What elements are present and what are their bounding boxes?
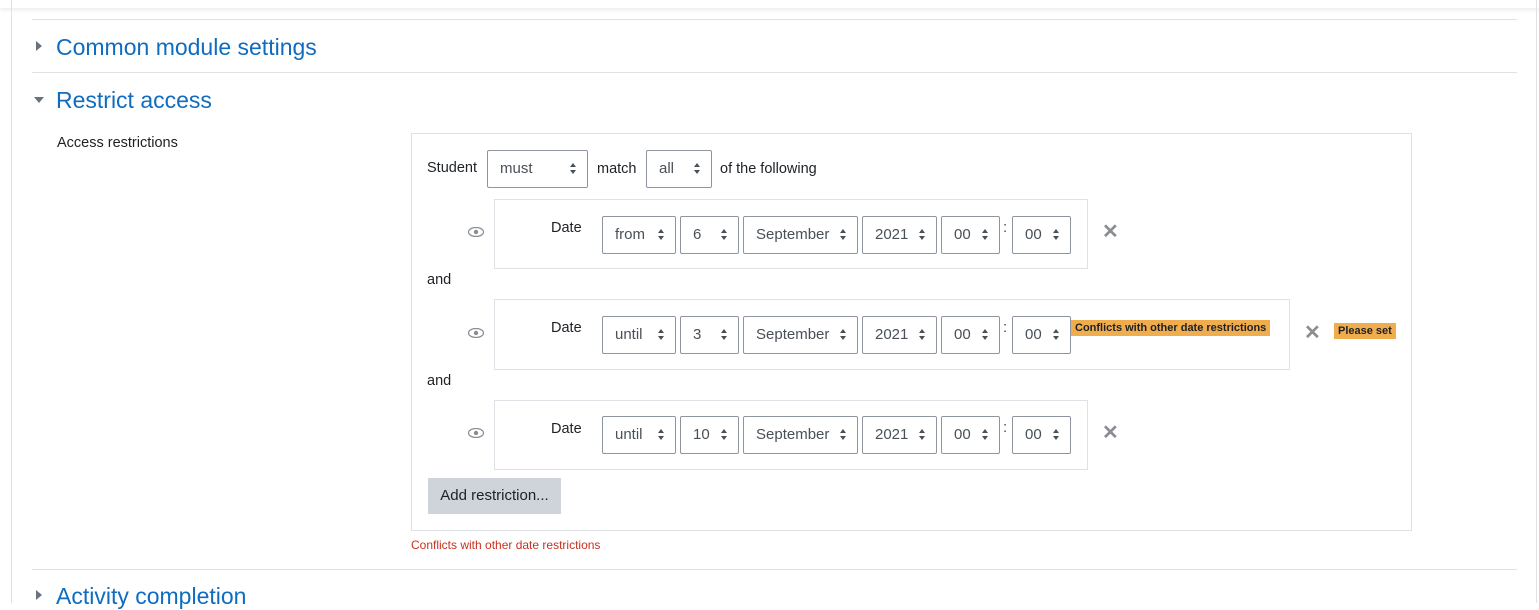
select-arrows-icon [721,429,728,441]
caret-down-icon[interactable] [34,97,44,103]
minute-select[interactable]: 00 [1012,416,1071,454]
select-arrows-icon [658,429,665,441]
select-arrows-icon [694,163,701,175]
student-label: Student [427,160,477,176]
day-select[interactable]: 3 [680,316,739,354]
caret-right-icon[interactable] [36,590,42,600]
eye-icon[interactable] [468,328,484,338]
and-connector: and [427,272,452,288]
close-icon[interactable]: ✕ [1304,323,1321,343]
select-arrows-icon [919,229,926,241]
minute-value: 00 [1025,326,1042,343]
eye-icon[interactable] [468,428,484,438]
hour-value: 00 [954,426,971,443]
day-select[interactable]: 6 [680,216,739,254]
date-label: Date [551,421,582,437]
select-arrows-icon [982,429,989,441]
hour-value: 00 [954,226,971,243]
day-value: 3 [693,326,702,343]
direction-value: until [615,326,643,343]
month-value: September [756,326,830,343]
select-arrows-icon [1053,329,1060,341]
time-separator: : [1003,419,1008,436]
eye-icon[interactable] [468,227,484,237]
date-label: Date [551,220,582,236]
year-value: 2021 [875,326,909,343]
select-arrows-icon [840,429,847,441]
access-restrictions-label: Access restrictions [57,135,178,151]
month-value: September [756,426,830,443]
please-set-badge: Please set [1334,323,1396,339]
select-arrows-icon [1053,229,1060,241]
divider [32,19,1517,20]
year-value: 2021 [875,426,909,443]
must-select[interactable]: must [487,150,588,188]
select-arrows-icon [919,429,926,441]
direction-value: from [615,226,645,243]
direction-select[interactable]: until [602,416,676,454]
day-select[interactable]: 10 [680,416,739,454]
section-title-completion[interactable]: Activity completion [56,583,246,610]
direction-select[interactable]: from [602,216,676,254]
caret-right-icon[interactable] [36,41,42,51]
select-arrows-icon [658,329,665,341]
minute-value: 00 [1025,226,1042,243]
year-select[interactable]: 2021 [862,316,937,354]
time-separator: : [1003,219,1008,236]
divider [32,72,1517,73]
minute-select[interactable]: 00 [1012,316,1071,354]
add-restriction-button[interactable]: Add restriction... [428,478,561,514]
minute-select[interactable]: 00 [1012,216,1071,254]
close-icon[interactable]: ✕ [1102,423,1119,443]
minute-value: 00 [1025,426,1042,443]
and-connector: and [427,373,452,389]
direction-value: until [615,426,643,443]
month-value: September [756,226,830,243]
day-value: 6 [693,226,702,243]
all-select[interactable]: all [646,150,712,188]
direction-select[interactable]: until [602,316,676,354]
conflict-badge: Conflicts with other date restrictions [1071,320,1271,336]
hour-value: 00 [954,326,971,343]
must-select-value: must [500,160,533,177]
select-arrows-icon [982,329,989,341]
section-title-restrict[interactable]: Restrict access [56,87,212,114]
error-message: Conflicts with other date restrictions [411,538,601,552]
select-arrows-icon [721,329,728,341]
page-top-shadow [0,0,1539,8]
right-border [1536,0,1537,603]
following-label: of the following [720,161,817,177]
month-select[interactable]: September [743,316,858,354]
day-value: 10 [693,426,710,443]
close-icon[interactable]: ✕ [1102,222,1119,242]
select-arrows-icon [840,229,847,241]
select-arrows-icon [982,229,989,241]
month-select[interactable]: September [743,416,858,454]
match-label: match [597,161,637,177]
time-separator: : [1003,319,1008,336]
select-arrows-icon [570,163,577,175]
section-title-common[interactable]: Common module settings [56,34,317,61]
left-border [11,0,12,603]
select-arrows-icon [1053,429,1060,441]
month-select[interactable]: September [743,216,858,254]
select-arrows-icon [658,229,665,241]
select-arrows-icon [721,229,728,241]
select-arrows-icon [919,329,926,341]
select-arrows-icon [840,329,847,341]
hour-select[interactable]: 00 [941,316,1000,354]
year-select[interactable]: 2021 [862,416,937,454]
hour-select[interactable]: 00 [941,216,1000,254]
all-select-value: all [659,160,675,177]
divider [32,569,1517,570]
year-select[interactable]: 2021 [862,216,937,254]
hour-select[interactable]: 00 [941,416,1000,454]
year-value: 2021 [875,226,909,243]
date-label: Date [551,320,582,336]
